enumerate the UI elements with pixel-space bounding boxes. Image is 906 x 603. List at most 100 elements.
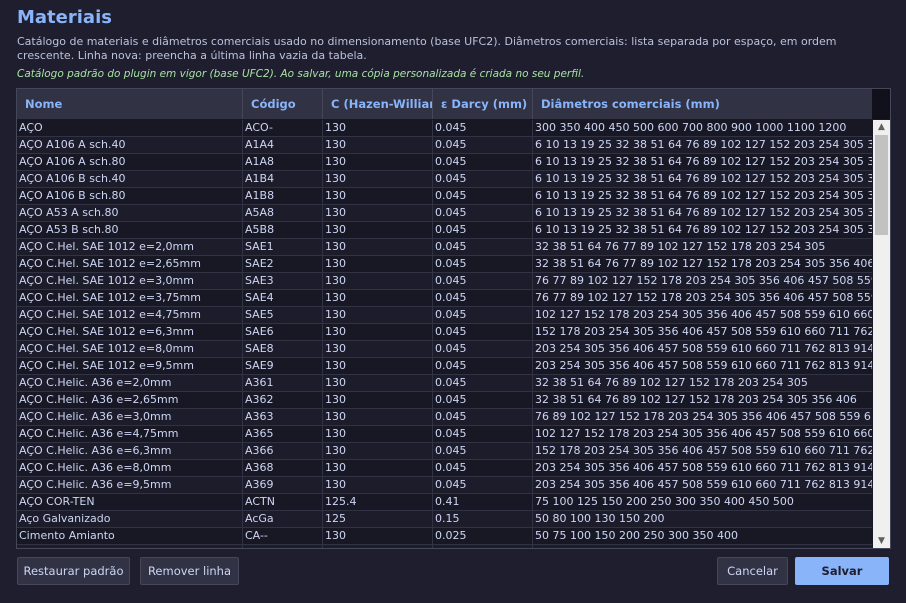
cell-diametros[interactable]: 6 10 13 19 25 32 38 51 64 76 89 102 127 … [533, 205, 872, 221]
cell-codigo[interactable]: SAE1 [243, 239, 323, 255]
table-row[interactable]: AÇO C.Hel. SAE 1012 e=8,0mm SAE8 130 0.045 2… [17, 341, 872, 358]
cell-hazen-williams[interactable]: 125.4 [323, 494, 433, 510]
vertical-scrollbar[interactable]: ▲ ▼ [873, 120, 890, 548]
table-row[interactable]: AÇO C.Helic. A36 e=8,0mm A368 130 0.045 203 … [17, 460, 872, 477]
table-row[interactable]: AÇO C.Hel. SAE 1012 e=6,3mm SAE6 130 0.045 1… [17, 324, 872, 341]
scrollbar-thumb[interactable] [875, 135, 888, 235]
cell-hazen-williams[interactable]: 130 [323, 443, 433, 459]
cell-hazen-williams[interactable]: 130 [323, 341, 433, 357]
cell-diametros[interactable]: 152 178 203 254 305 356 406 457 508 559 … [533, 324, 872, 340]
cell-nome[interactable]: AÇO C.Hel. SAE 1012 e=6,3mm [17, 324, 243, 340]
cell-darcy[interactable]: 0.045 [433, 273, 533, 289]
cell-hazen-williams[interactable]: 130 [323, 120, 433, 136]
table-row[interactable]: AÇO C.Helic. A36 e=2,0mm A361 130 0.045 32 3… [17, 375, 872, 392]
column-header-diametros[interactable]: Diâmetros comerciais (mm) [533, 89, 872, 119]
cell-darcy[interactable] [433, 545, 533, 548]
cell-hazen-williams[interactable]: 130 [323, 358, 433, 374]
cell-diametros[interactable]: 50 80 100 130 150 200 [533, 511, 872, 527]
cell-hazen-williams[interactable]: 130 [323, 222, 433, 238]
cell-nome[interactable]: AÇO A106 B sch.80 [17, 188, 243, 204]
cell-nome[interactable] [17, 545, 243, 548]
cell-diametros[interactable]: 6 10 13 19 25 32 38 51 64 76 89 102 127 … [533, 154, 872, 170]
cell-darcy[interactable]: 0.045 [433, 137, 533, 153]
cell-diametros[interactable]: 203 254 305 356 406 457 508 559 610 660 … [533, 477, 872, 493]
table-row[interactable]: AÇO A106 B sch.40 A1B4 130 0.045 6 10 13 19 … [17, 171, 872, 188]
remove-row-button[interactable]: Remover linha [140, 557, 239, 585]
cell-nome[interactable]: AÇO COR-TEN [17, 494, 243, 510]
cell-diametros[interactable]: 50 75 100 150 200 250 300 350 400 [533, 528, 872, 544]
table-row[interactable]: AÇO A53 B sch.80 A5B8 130 0.045 6 10 13 19 2… [17, 222, 872, 239]
cell-codigo[interactable]: A1B8 [243, 188, 323, 204]
table-row[interactable]: Aço Galvanizado AcGa 125 0.15 50 80 100 130 … [17, 511, 872, 528]
save-button[interactable]: Salvar [795, 557, 889, 585]
cell-codigo[interactable]: AcGa [243, 511, 323, 527]
cell-darcy[interactable]: 0.045 [433, 460, 533, 476]
cell-diametros[interactable]: 6 10 13 19 25 32 38 51 64 76 89 102 127 … [533, 222, 872, 238]
cell-nome[interactable]: AÇO C.Hel. SAE 1012 e=2,65mm [17, 256, 243, 272]
table-row[interactable]: AÇO A106 A sch.40 A1A4 130 0.045 6 10 13 19 … [17, 137, 872, 154]
table-row[interactable]: AÇO C.Helic. A36 e=3,0mm A363 130 0.045 76 8… [17, 409, 872, 426]
scroll-up-icon[interactable]: ▲ [873, 120, 890, 134]
cell-codigo[interactable]: CA-- [243, 528, 323, 544]
table-row[interactable]: AÇO C.Hel. SAE 1012 e=3,75mm SAE4 130 0.045… [17, 290, 872, 307]
cell-nome[interactable]: AÇO C.Hel. SAE 1012 e=2,0mm [17, 239, 243, 255]
cell-hazen-williams[interactable]: 130 [323, 324, 433, 340]
cell-diametros[interactable]: 32 38 51 64 76 89 102 127 152 178 203 25… [533, 375, 872, 391]
cell-darcy[interactable]: 0.045 [433, 443, 533, 459]
table-row[interactable] [17, 545, 872, 548]
cell-hazen-williams[interactable]: 130 [323, 154, 433, 170]
cell-codigo[interactable]: A368 [243, 460, 323, 476]
cell-hazen-williams[interactable]: 130 [323, 273, 433, 289]
cell-hazen-williams[interactable]: 130 [323, 426, 433, 442]
cell-diametros[interactable]: 203 254 305 356 406 457 508 559 610 660 … [533, 460, 872, 476]
cell-darcy[interactable]: 0.045 [433, 324, 533, 340]
cell-darcy[interactable]: 0.045 [433, 409, 533, 425]
cell-diametros[interactable]: 102 127 152 178 203 254 305 356 406 457 … [533, 426, 872, 442]
cell-diametros[interactable]: 203 254 305 356 406 457 508 559 610 660 … [533, 358, 872, 374]
cell-nome[interactable]: AÇO A53 A sch.80 [17, 205, 243, 221]
cell-hazen-williams[interactable]: 130 [323, 460, 433, 476]
cell-nome[interactable]: AÇO A106 B sch.40 [17, 171, 243, 187]
cell-codigo[interactable]: A1B4 [243, 171, 323, 187]
table-row[interactable]: AÇO A106 A sch.80 A1A8 130 0.045 6 10 13 19 … [17, 154, 872, 171]
cell-darcy[interactable]: 0.045 [433, 358, 533, 374]
table-row[interactable]: AÇO C.Hel. SAE 1012 e=2,0mm SAE1 130 0.045 3… [17, 239, 872, 256]
cell-codigo[interactable]: SAE8 [243, 341, 323, 357]
table-row[interactable]: AÇO A53 A sch.80 A5A8 130 0.045 6 10 13 19 2… [17, 205, 872, 222]
cell-codigo[interactable]: A361 [243, 375, 323, 391]
cell-darcy[interactable]: 0.045 [433, 426, 533, 442]
cell-darcy[interactable]: 0.045 [433, 392, 533, 408]
cell-nome[interactable]: AÇO [17, 120, 243, 136]
cell-codigo[interactable]: SAE2 [243, 256, 323, 272]
cell-darcy[interactable]: 0.025 [433, 528, 533, 544]
cell-diametros[interactable]: 102 127 152 178 203 254 305 356 406 457 … [533, 307, 872, 323]
cell-darcy[interactable]: 0.045 [433, 375, 533, 391]
cell-darcy[interactable]: 0.045 [433, 120, 533, 136]
cell-darcy[interactable]: 0.045 [433, 239, 533, 255]
cell-codigo[interactable]: SAE3 [243, 273, 323, 289]
table-row[interactable]: AÇO C.Hel. SAE 1012 e=9,5mm SAE9 130 0.045 2… [17, 358, 872, 375]
cell-hazen-williams[interactable]: 130 [323, 137, 433, 153]
cell-codigo[interactable]: A363 [243, 409, 323, 425]
cell-hazen-williams[interactable]: 130 [323, 307, 433, 323]
cell-codigo[interactable]: A1A4 [243, 137, 323, 153]
cell-hazen-williams[interactable]: 130 [323, 188, 433, 204]
cell-diametros[interactable]: 300 350 400 450 500 600 700 800 900 1000… [533, 120, 872, 136]
cell-codigo[interactable]: A5B8 [243, 222, 323, 238]
column-header-codigo[interactable]: Código [243, 89, 323, 119]
cell-darcy[interactable]: 0.045 [433, 290, 533, 306]
table-row[interactable]: AÇO C.Helic. A36 e=6,3mm A366 130 0.045 152 … [17, 443, 872, 460]
cell-codigo[interactable]: SAE5 [243, 307, 323, 323]
cell-nome[interactable]: AÇO C.Hel. SAE 1012 e=3,0mm [17, 273, 243, 289]
cell-hazen-williams[interactable] [323, 545, 433, 548]
cell-darcy[interactable]: 0.045 [433, 222, 533, 238]
cell-codigo[interactable]: SAE4 [243, 290, 323, 306]
cell-nome[interactable]: AÇO C.Helic. A36 e=3,0mm [17, 409, 243, 425]
column-header-nome[interactable]: Nome [17, 89, 243, 119]
cell-darcy[interactable]: 0.045 [433, 154, 533, 170]
cell-darcy[interactable]: 0.045 [433, 205, 533, 221]
cell-hazen-williams[interactable]: 130 [323, 290, 433, 306]
cancel-button[interactable]: Cancelar [717, 557, 788, 585]
cell-hazen-williams[interactable]: 130 [323, 375, 433, 391]
cell-darcy[interactable]: 0.045 [433, 256, 533, 272]
